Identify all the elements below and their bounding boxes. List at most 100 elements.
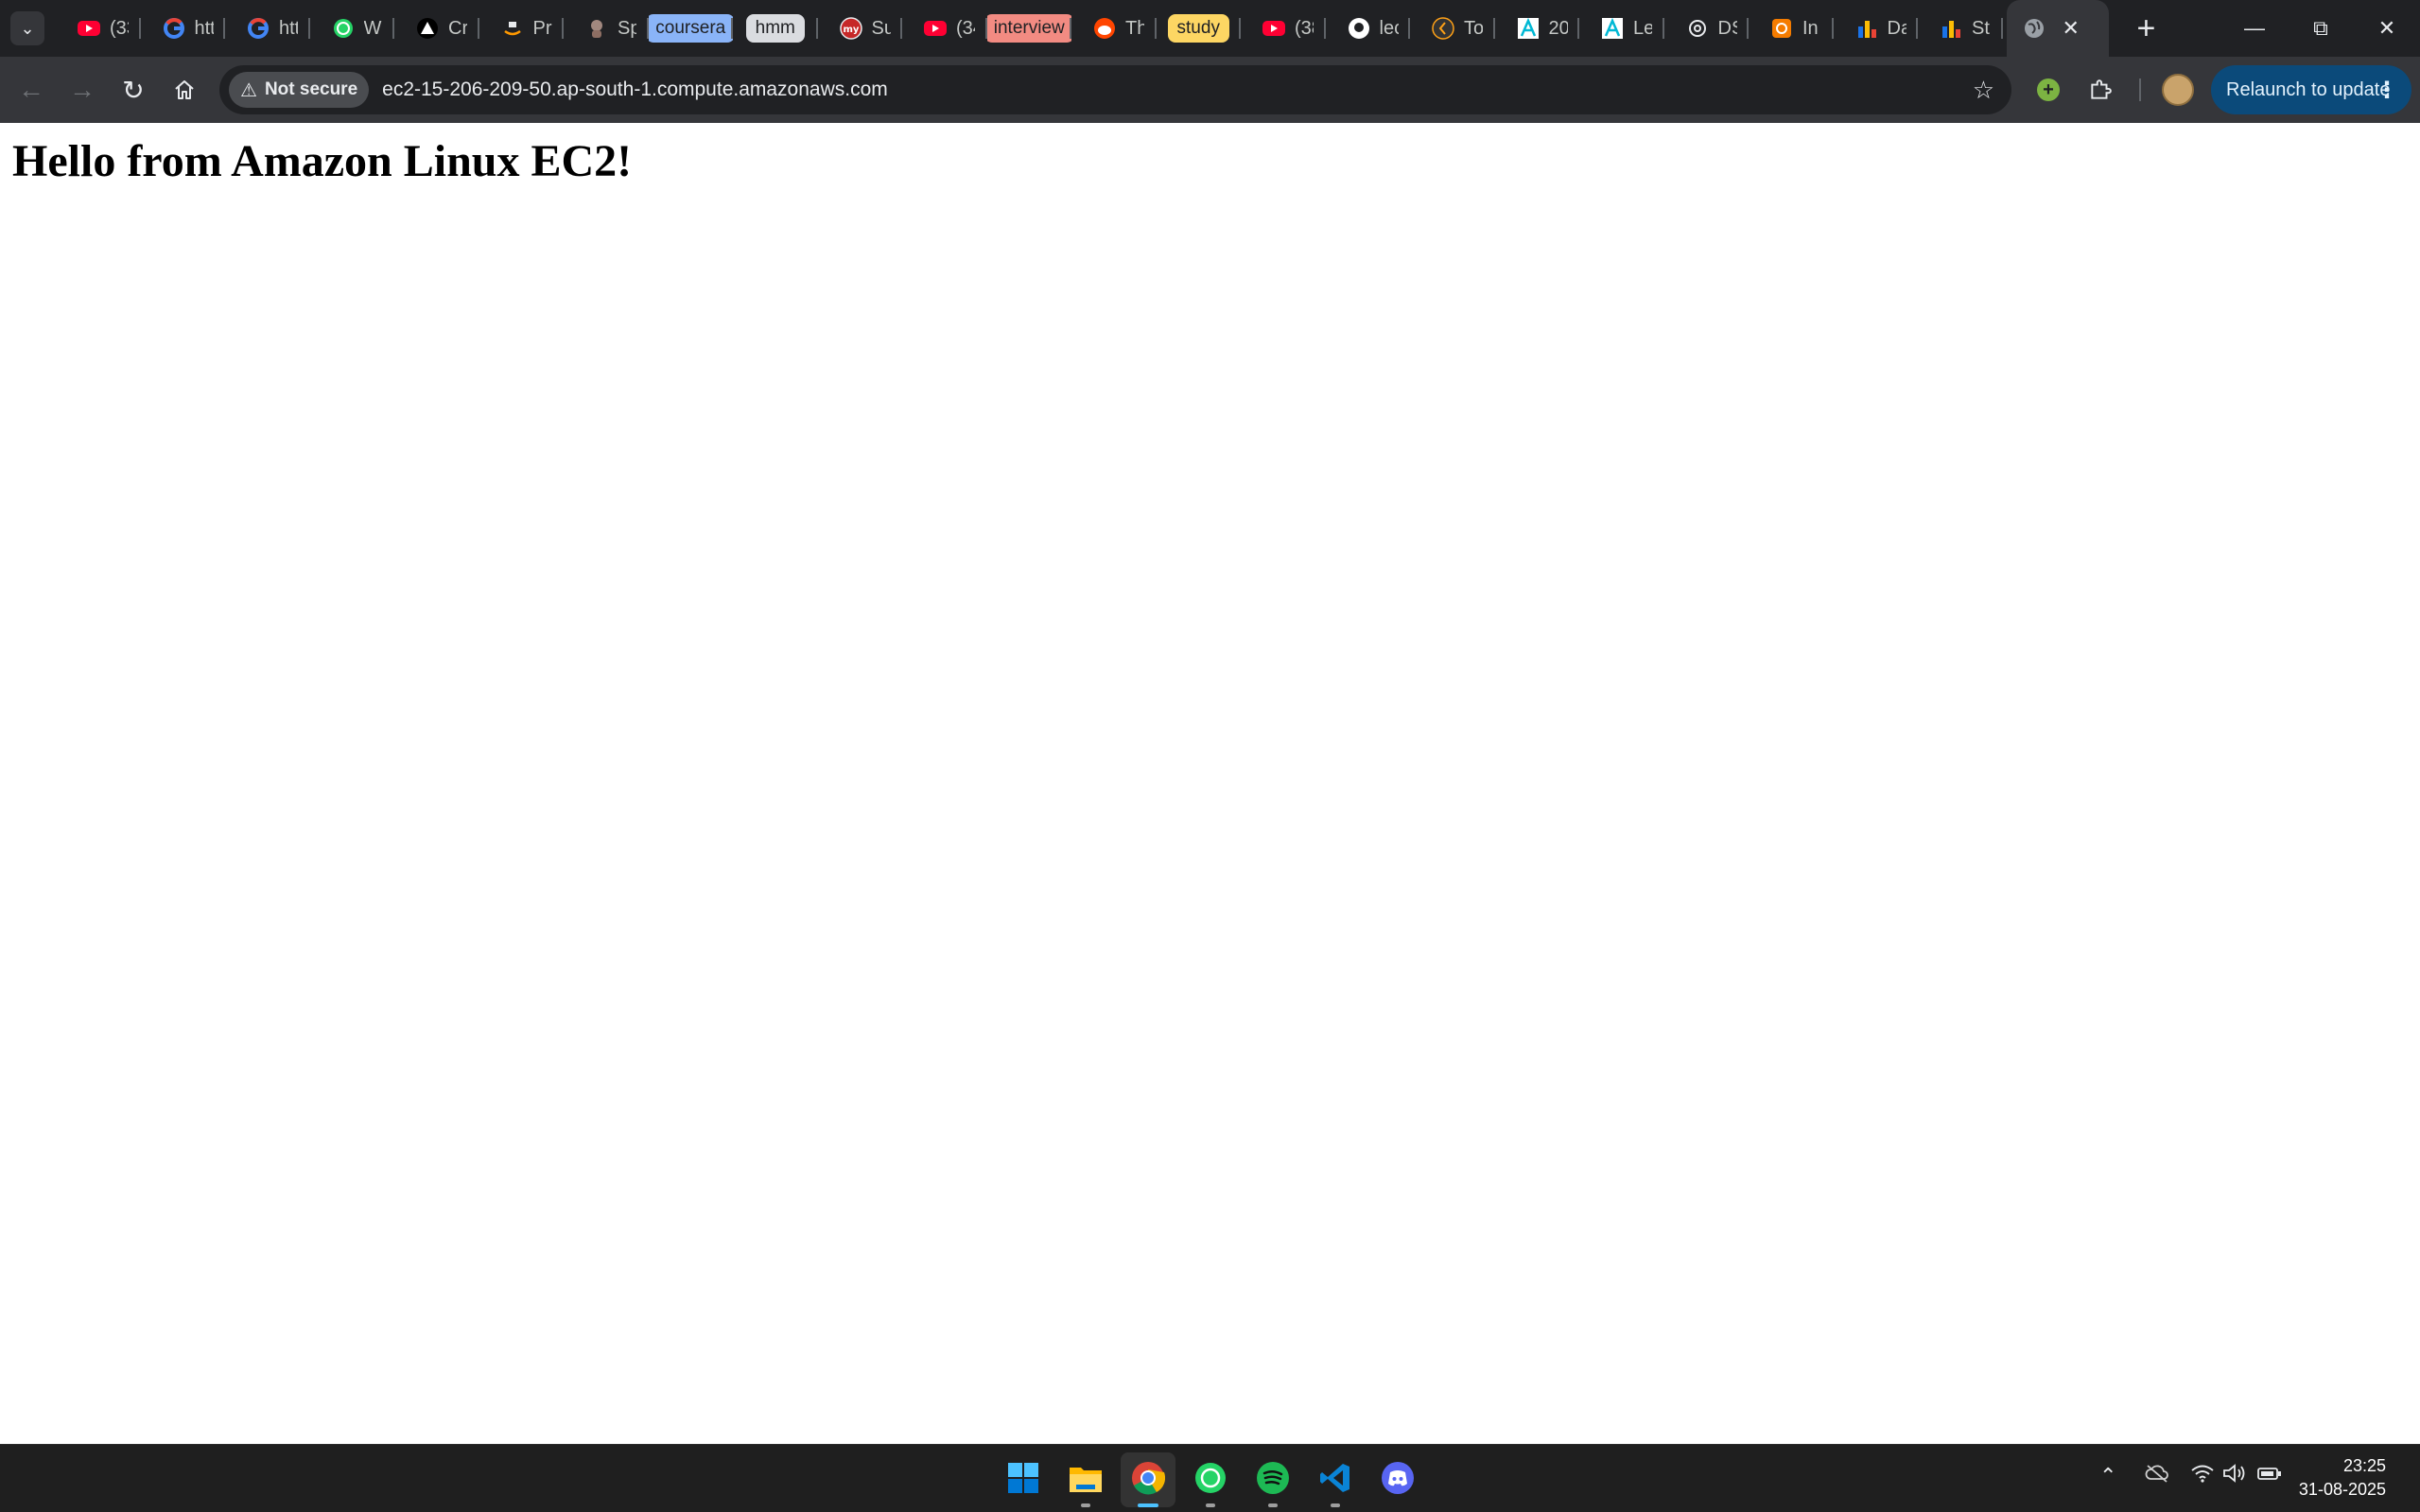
- puzzle-icon: [2091, 79, 2112, 99]
- chrome-icon: [1131, 1461, 1166, 1500]
- browser-tab[interactable]: DS: [1664, 0, 1750, 57]
- windows-start-taskbar-button[interactable]: [996, 1452, 1051, 1507]
- browser-tab[interactable]: (38: [1241, 0, 1326, 57]
- tab-group-label[interactable]: interview: [986, 14, 1071, 43]
- relaunch-to-update-button[interactable]: Relaunch to update ⋮: [2211, 65, 2411, 114]
- address-bar[interactable]: ⚠ Not secure ec2-15-206-209-50.ap-south-…: [219, 65, 2011, 114]
- browser-tab[interactable]: (33: [56, 0, 141, 57]
- system-clock[interactable]: 23:25 31-08-2025: [2299, 1454, 2386, 1502]
- vscode-taskbar-button[interactable]: [1308, 1452, 1363, 1507]
- google-icon: [162, 16, 186, 41]
- browser-tab[interactable]: To: [1410, 0, 1495, 57]
- onedrive-icon[interactable]: [2145, 1464, 2169, 1488]
- close-tab-icon[interactable]: ✕: [2063, 16, 2080, 41]
- browser-tab[interactable]: htt: [225, 0, 310, 57]
- tab-search-button[interactable]: ⌄: [10, 11, 44, 45]
- leetcode-icon: [1431, 16, 1455, 41]
- browser-tab[interactable]: Cr: [394, 0, 479, 57]
- volume-icon[interactable]: [2222, 1464, 2247, 1488]
- windows-taskbar: ⌃ 23:25 31-08-2025: [0, 1444, 2420, 1512]
- tab-group-interview[interactable]: interview: [986, 0, 1071, 57]
- clock-date: 31-08-2025: [2298, 1480, 2386, 1499]
- back-button[interactable]: ←: [6, 64, 57, 115]
- browser-tab[interactable]: Pro: [479, 0, 565, 57]
- browser-tab[interactable]: Sp: [564, 0, 649, 57]
- extensions-button[interactable]: [2080, 69, 2121, 111]
- bar-chart-icon: [1854, 16, 1879, 41]
- vscode-icon: [1318, 1461, 1352, 1500]
- a-icon: [1516, 16, 1541, 41]
- browser-tab[interactable]: my Su: [818, 0, 903, 57]
- page-heading: Hello from Amazon Linux EC2!: [12, 136, 633, 186]
- running-indicator: [1268, 1503, 1278, 1507]
- page-content: Hello from Amazon Linux EC2!: [0, 123, 2420, 1444]
- running-indicator: [1138, 1503, 1158, 1507]
- a-icon: [1600, 16, 1625, 41]
- amazon-icon: [500, 16, 525, 41]
- file-explorer-taskbar-button[interactable]: [1058, 1452, 1113, 1507]
- my-icon: my: [839, 16, 863, 41]
- youtube-icon: [1262, 16, 1286, 41]
- browser-tab[interactable]: Th: [1071, 0, 1157, 57]
- tab-title: In: [1802, 17, 1819, 39]
- avatar: [2162, 74, 2194, 106]
- relaunch-label: Relaunch to update: [2226, 78, 2391, 100]
- browser-tab[interactable]: In: [1749, 0, 1834, 57]
- running-indicator: [1206, 1503, 1215, 1507]
- tab-group-label[interactable]: hmm: [745, 14, 805, 43]
- whatsapp-taskbar-button[interactable]: [1183, 1452, 1238, 1507]
- tab-title: Su: [871, 17, 891, 39]
- extension-green-button[interactable]: +: [2028, 69, 2069, 111]
- menu-dots-icon[interactable]: ⋮: [2376, 77, 2398, 104]
- discord-taskbar-button[interactable]: [1370, 1452, 1425, 1507]
- browser-tab[interactable]: (34: [902, 0, 987, 57]
- tab-group-coursera[interactable]: coursera: [648, 0, 733, 57]
- reddit-icon: [1092, 16, 1117, 41]
- tab-title: lec: [1379, 17, 1399, 39]
- browser-tab[interactable]: htt: [141, 0, 226, 57]
- tab-title: Sp: [618, 17, 636, 39]
- plus-circle-icon: +: [2037, 78, 2060, 101]
- spotify-taskbar-button[interactable]: [1245, 1452, 1300, 1507]
- arrow-left-icon: ←: [18, 75, 44, 104]
- mascot-icon: [584, 16, 609, 41]
- tab-title: Cr: [448, 17, 467, 39]
- reload-button[interactable]: ↻: [108, 64, 159, 115]
- new-tab-button[interactable]: +: [2137, 12, 2156, 44]
- tab-group-hmm[interactable]: hmm: [733, 0, 818, 57]
- chrome-taskbar-button[interactable]: [1121, 1452, 1175, 1507]
- globe-icon: [2022, 16, 2046, 41]
- browser-tab[interactable]: Da: [1834, 0, 1919, 57]
- security-chip-label: Not secure: [264, 79, 358, 99]
- browser-tab[interactable]: WI: [310, 0, 395, 57]
- home-button[interactable]: [159, 64, 210, 115]
- bookmark-star-icon[interactable]: ☆: [1973, 76, 1994, 105]
- browser-tab[interactable]: 20: [1495, 0, 1580, 57]
- chevron-up-icon[interactable]: ⌃: [2099, 1464, 2116, 1488]
- profile-button[interactable]: [2157, 69, 2199, 111]
- tab-group-label[interactable]: coursera: [648, 14, 733, 43]
- minimize-button[interactable]: —: [2221, 0, 2288, 57]
- window-controls: — ⧉ ✕: [2221, 0, 2420, 57]
- tab-title: (34: [956, 17, 975, 39]
- tab-group-study[interactable]: study: [1157, 0, 1242, 57]
- tab-title: Le: [1633, 17, 1652, 39]
- spotify-icon: [1256, 1461, 1290, 1500]
- wifi-icon[interactable]: [2190, 1464, 2215, 1488]
- url-text[interactable]: ec2-15-206-209-50.ap-south-1.compute.ama…: [382, 78, 888, 101]
- close-window-button[interactable]: ✕: [2354, 0, 2420, 57]
- security-chip[interactable]: ⚠ Not secure: [229, 72, 370, 108]
- browser-tab[interactable]: lec: [1326, 0, 1411, 57]
- youtube-icon: [923, 16, 948, 41]
- github-icon: [1347, 16, 1371, 41]
- triangle-icon: [415, 16, 440, 41]
- restore-button[interactable]: ⧉: [2288, 0, 2354, 57]
- tab-title: DS: [1717, 17, 1737, 39]
- tab-group-label[interactable]: study: [1167, 14, 1229, 43]
- battery-icon[interactable]: [2256, 1464, 2283, 1488]
- whatsapp-icon: [1193, 1461, 1227, 1500]
- browser-tab-active[interactable]: ✕: [2006, 0, 2109, 57]
- forward-button[interactable]: →: [57, 64, 108, 115]
- browser-tab[interactable]: Le: [1579, 0, 1664, 57]
- browser-tab[interactable]: Str: [1918, 0, 2003, 57]
